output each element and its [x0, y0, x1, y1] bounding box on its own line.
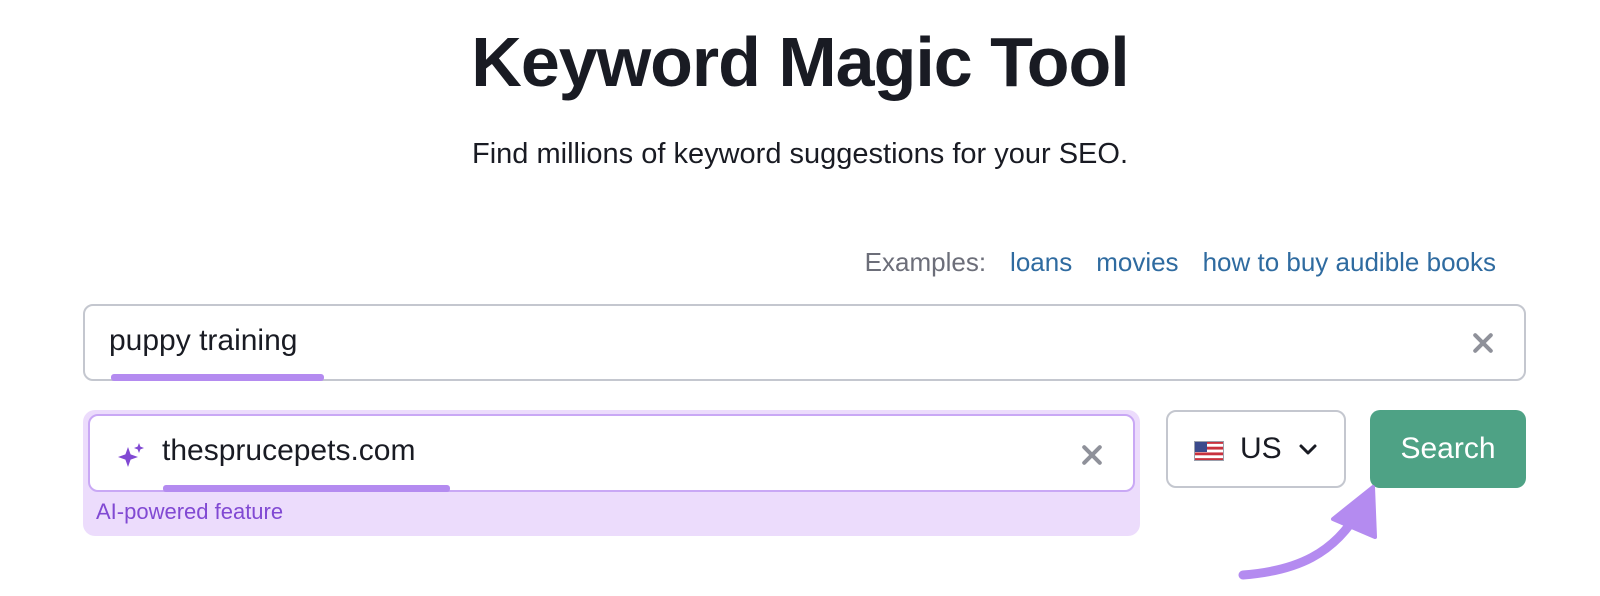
keyword-clear-close-icon[interactable]: [1470, 330, 1496, 356]
page-subtitle: Find millions of keyword suggestions for…: [472, 138, 1128, 170]
domain-input-value[interactable]: thesprucepets.com: [162, 434, 415, 468]
example-link-audible-books[interactable]: how to buy audible books: [1203, 247, 1496, 278]
domain-input[interactable]: thesprucepets.com: [88, 414, 1135, 492]
example-link-loans[interactable]: loans: [1010, 247, 1072, 278]
domain-clear-close-icon[interactable]: [1079, 442, 1105, 468]
chevron-down-icon: [1299, 444, 1317, 455]
pointer-arrow-icon: [1238, 485, 1377, 580]
keyword-magic-tool-page: Keyword Magic Tool Find millions of keyw…: [0, 0, 1600, 596]
page-title: Keyword Magic Tool: [471, 23, 1129, 101]
country-code: US: [1240, 432, 1282, 465]
ai-feature-caption: AI-powered feature: [96, 499, 284, 524]
ai-domain-panel: thesprucepets.com AI-powered feature: [83, 410, 1140, 536]
sparkle-icon: [118, 443, 144, 467]
examples-row: Examples: loans movies how to buy audibl…: [865, 247, 1496, 278]
examples-label: Examples:: [864, 247, 987, 277]
keyword-input-value[interactable]: puppy training: [109, 324, 297, 358]
example-link-movies[interactable]: movies: [1096, 247, 1178, 278]
keyword-input[interactable]: puppy training: [83, 304, 1526, 381]
domain-highlight-underline: [163, 485, 450, 492]
us-flag-icon: [1194, 441, 1224, 461]
keyword-highlight-underline: [111, 374, 324, 381]
